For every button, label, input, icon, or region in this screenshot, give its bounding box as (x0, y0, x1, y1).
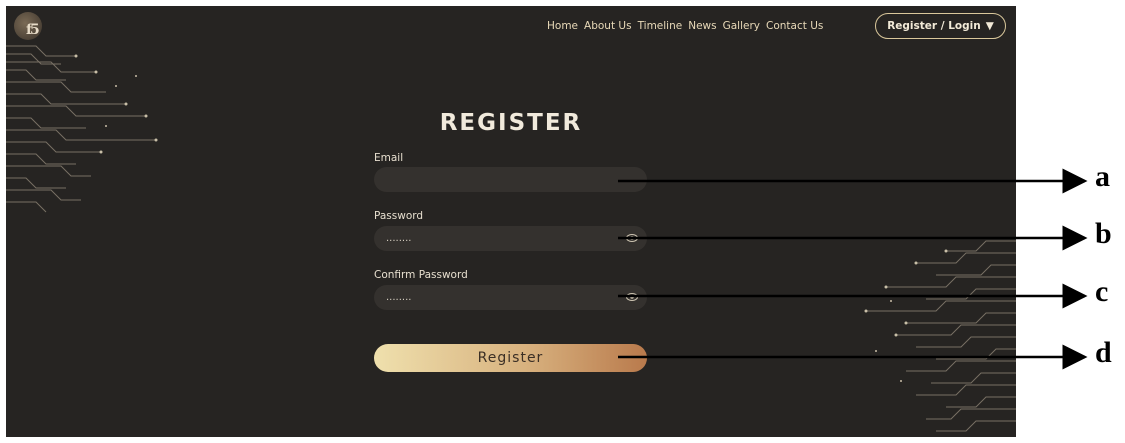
annotation-label-d: d (1095, 336, 1112, 369)
annotation-label-c: c (1095, 275, 1109, 308)
annotation-arrows (618, 168, 1088, 370)
annotation-label-a: a (1095, 160, 1110, 193)
annotation-label-b: b (1095, 217, 1112, 250)
